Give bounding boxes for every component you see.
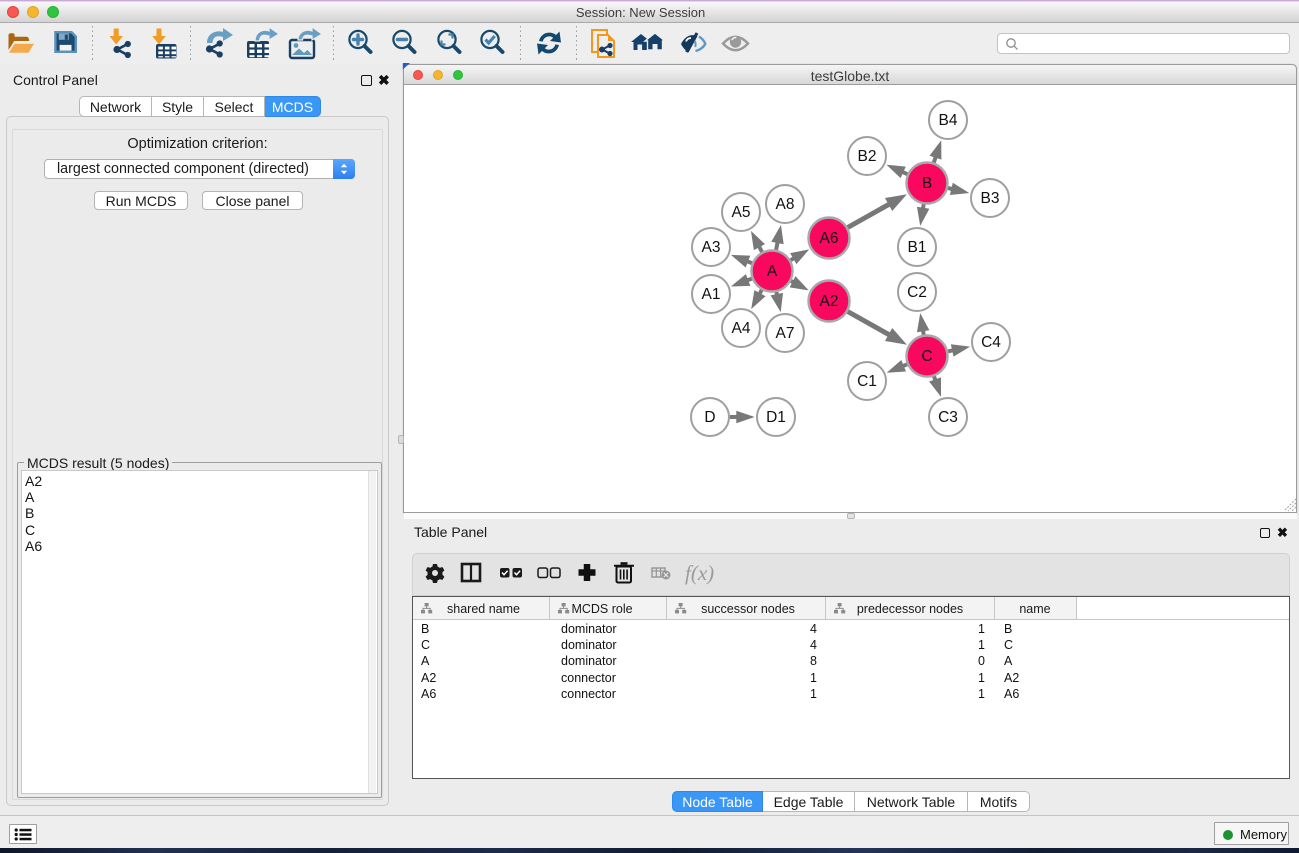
svg-text:C: C <box>921 348 932 365</box>
svg-text:MCDS role: MCDS role <box>571 602 632 616</box>
svg-text:D: D <box>704 409 715 426</box>
svg-text:B2: B2 <box>858 148 877 165</box>
svg-text:A: A <box>767 263 778 280</box>
svg-text:A5: A5 <box>732 204 751 221</box>
svg-text:A1: A1 <box>702 286 721 303</box>
svg-text:A6: A6 <box>820 230 839 247</box>
svg-text:A7: A7 <box>776 325 795 342</box>
svg-text:B4: B4 <box>939 112 958 129</box>
svg-text:C4: C4 <box>981 334 1001 351</box>
svg-text:A3: A3 <box>702 239 721 256</box>
svg-text:successor nodes: successor nodes <box>701 602 795 616</box>
svg-text:predecessor nodes: predecessor nodes <box>857 602 963 616</box>
svg-text:C3: C3 <box>938 409 958 426</box>
svg-text:B: B <box>922 175 932 192</box>
svg-text:C1: C1 <box>857 373 877 390</box>
svg-text:C2: C2 <box>907 284 927 301</box>
svg-text:name: name <box>1019 602 1050 616</box>
svg-text:B3: B3 <box>981 190 1000 207</box>
svg-text:A4: A4 <box>732 320 751 337</box>
svg-text:f(x): f(x) <box>685 561 714 585</box>
svg-text:A2: A2 <box>820 293 839 310</box>
svg-text:A8: A8 <box>776 196 795 213</box>
svg-text:shared name: shared name <box>447 602 520 616</box>
svg-text:B1: B1 <box>908 239 927 256</box>
svg-text:D1: D1 <box>766 409 786 426</box>
